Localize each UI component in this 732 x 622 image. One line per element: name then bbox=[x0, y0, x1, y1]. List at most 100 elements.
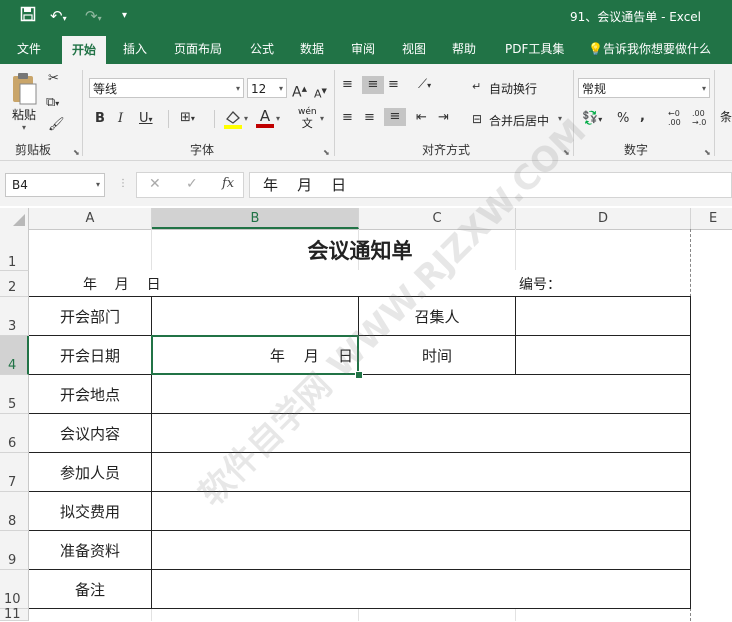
format-painter-icon[interactable]: 🖌 bbox=[48, 116, 65, 134]
column-header-c[interactable]: C bbox=[359, 208, 516, 229]
insert-function-icon[interactable]: fx bbox=[222, 176, 234, 191]
row-header-11[interactable]: 11 bbox=[0, 608, 29, 621]
chevron-down-icon: ▾ bbox=[701, 84, 706, 93]
number-launcher-icon[interactable]: ⬊ bbox=[704, 148, 711, 157]
tab-page-layout[interactable]: 页面布局 bbox=[174, 34, 222, 64]
underline-button[interactable]: U▾ bbox=[139, 110, 153, 129]
save-icon[interactable] bbox=[20, 6, 36, 27]
tab-review[interactable]: 审阅 bbox=[351, 34, 375, 64]
select-all-button[interactable] bbox=[0, 208, 29, 229]
row-header-2[interactable]: 2 bbox=[0, 271, 29, 297]
font-size-combobox[interactable]: 12 ▾ bbox=[247, 78, 287, 98]
tab-data[interactable]: 数据 bbox=[300, 34, 324, 64]
tab-view[interactable]: 视图 bbox=[402, 34, 426, 64]
label-time[interactable]: 时间 bbox=[359, 336, 515, 374]
increase-decimal-icon[interactable]: ←0.00 bbox=[668, 109, 681, 127]
font-name-combobox[interactable]: 等线 ▾ bbox=[89, 78, 244, 98]
clipboard-launcher-icon[interactable]: ⬊ bbox=[73, 148, 80, 157]
tab-formulas[interactable]: 公式 bbox=[250, 34, 274, 64]
label-place[interactable]: 开会地点 bbox=[29, 375, 151, 413]
cell-dept-value[interactable] bbox=[152, 297, 358, 335]
label-materials[interactable]: 准备资料 bbox=[29, 531, 151, 569]
cell-time-value[interactable] bbox=[516, 336, 690, 374]
alignment-group-label: 对齐方式 bbox=[422, 143, 471, 157]
fill-color-icon[interactable] bbox=[223, 108, 243, 130]
align-middle-icon[interactable]: ≡ bbox=[362, 76, 384, 94]
row-header-8[interactable]: 8 bbox=[0, 492, 29, 531]
cut-icon[interactable]: ✂ bbox=[48, 70, 59, 88]
chevron-down-icon[interactable]: ▾ bbox=[244, 114, 248, 123]
merge-center-button[interactable]: 合并后居中 bbox=[489, 112, 549, 129]
tab-pdf-tools[interactable]: PDF工具集 bbox=[505, 34, 564, 64]
label-date[interactable]: 开会日期 bbox=[29, 336, 151, 374]
tell-me-box[interactable]: 💡告诉我你想要做什么 bbox=[588, 34, 711, 64]
decrease-decimal-icon[interactable]: .00 →.0 bbox=[692, 109, 706, 127]
enter-icon: ✓ bbox=[186, 176, 198, 192]
align-left-icon[interactable]: ≡ bbox=[342, 109, 353, 127]
align-bottom-icon[interactable]: ≡ bbox=[388, 76, 399, 94]
row-header-1[interactable]: 1 bbox=[0, 229, 29, 271]
label-remarks[interactable]: 备注 bbox=[29, 570, 151, 608]
number-label[interactable]: 编号： bbox=[516, 271, 690, 297]
cell-convener-value[interactable] bbox=[516, 297, 690, 335]
name-box[interactable]: B4 ▾ bbox=[5, 173, 105, 197]
label-attendees[interactable]: 参加人员 bbox=[29, 453, 151, 491]
alignment-launcher-icon[interactable]: ⬊ bbox=[563, 148, 570, 157]
date-line[interactable]: 年 月 日 bbox=[29, 271, 254, 297]
row-header-10[interactable]: 10 bbox=[0, 570, 29, 609]
chevron-down-icon[interactable]: ▾ bbox=[276, 114, 280, 123]
cell-b4-selected[interactable]: 年 月 日 bbox=[151, 335, 359, 375]
align-center-icon[interactable]: ≡ bbox=[364, 109, 375, 127]
tab-file[interactable]: 文件 bbox=[17, 34, 41, 64]
font-color-icon[interactable]: A bbox=[256, 108, 274, 130]
paste-icon[interactable] bbox=[10, 72, 40, 106]
column-header-d[interactable]: D bbox=[516, 208, 691, 229]
row-header-3[interactable]: 3 bbox=[0, 297, 29, 336]
sheet-title[interactable]: 会议通知单 bbox=[29, 229, 691, 271]
tab-insert[interactable]: 插入 bbox=[123, 34, 147, 64]
align-top-icon[interactable]: ≡ bbox=[342, 76, 353, 94]
shrink-font-icon[interactable]: A▼ bbox=[314, 82, 327, 104]
font-launcher-icon[interactable]: ⬊ bbox=[323, 148, 330, 157]
align-right-icon[interactable]: ≡ bbox=[384, 108, 406, 126]
paste-button[interactable]: 粘贴 bbox=[12, 106, 36, 123]
label-content[interactable]: 会议内容 bbox=[29, 414, 151, 452]
column-header-a[interactable]: A bbox=[29, 208, 152, 229]
merge-center-icon[interactable]: ⊟ bbox=[472, 110, 482, 128]
formula-input[interactable]: 年 月 日 bbox=[249, 172, 732, 198]
row-header-9[interactable]: 9 bbox=[0, 531, 29, 570]
percent-button[interactable]: % bbox=[617, 110, 629, 128]
row-header-6[interactable]: 6 bbox=[0, 414, 29, 453]
paste-dropdown-icon[interactable]: ▾ bbox=[22, 123, 26, 132]
accounting-format-icon[interactable]: 💱▾ bbox=[582, 110, 602, 129]
row-header-7[interactable]: 7 bbox=[0, 453, 29, 492]
copy-icon[interactable]: ⧉▾ bbox=[46, 94, 59, 113]
chevron-down-icon[interactable]: ▾ bbox=[320, 114, 324, 123]
borders-icon[interactable]: ⊞▾ bbox=[180, 109, 195, 128]
bold-button[interactable]: B bbox=[95, 110, 105, 128]
chevron-down-icon[interactable]: ▾ bbox=[558, 114, 562, 123]
label-convener[interactable]: 召集人 bbox=[359, 297, 515, 335]
decrease-indent-icon[interactable]: ⇤ bbox=[416, 109, 427, 127]
grow-font-icon[interactable]: A▲ bbox=[292, 80, 307, 102]
number-format-combobox[interactable]: 常规 ▾ bbox=[578, 78, 710, 98]
cancel-icon: ✕ bbox=[149, 176, 161, 192]
phonetic-guide-icon[interactable]: wén 文 bbox=[298, 107, 317, 131]
row-header-5[interactable]: 5 bbox=[0, 375, 29, 414]
row-header-4[interactable]: 4 bbox=[0, 336, 29, 375]
wrap-text-icon[interactable]: ↵ bbox=[472, 78, 481, 96]
comma-button[interactable]: , bbox=[640, 108, 645, 126]
label-cost[interactable]: 拟交费用 bbox=[29, 492, 151, 530]
column-header-e[interactable]: E bbox=[691, 208, 732, 229]
tab-help[interactable]: 帮助 bbox=[452, 34, 476, 64]
customize-quick-access-icon[interactable]: ▾ bbox=[122, 6, 127, 26]
increase-indent-icon[interactable]: ⇥ bbox=[438, 109, 449, 127]
italic-button[interactable]: I bbox=[118, 110, 123, 128]
column-header-b[interactable]: B bbox=[152, 208, 359, 229]
conditional-format-button[interactable]: 条 bbox=[720, 108, 732, 125]
label-dept[interactable]: 开会部门 bbox=[29, 297, 151, 335]
wrap-text-button[interactable]: 自动换行 bbox=[489, 80, 537, 97]
tab-home[interactable]: 开始 bbox=[62, 36, 107, 64]
undo-icon[interactable]: ↶▾ bbox=[50, 6, 67, 29]
orientation-icon[interactable]: ⟋▾ bbox=[418, 76, 431, 95]
